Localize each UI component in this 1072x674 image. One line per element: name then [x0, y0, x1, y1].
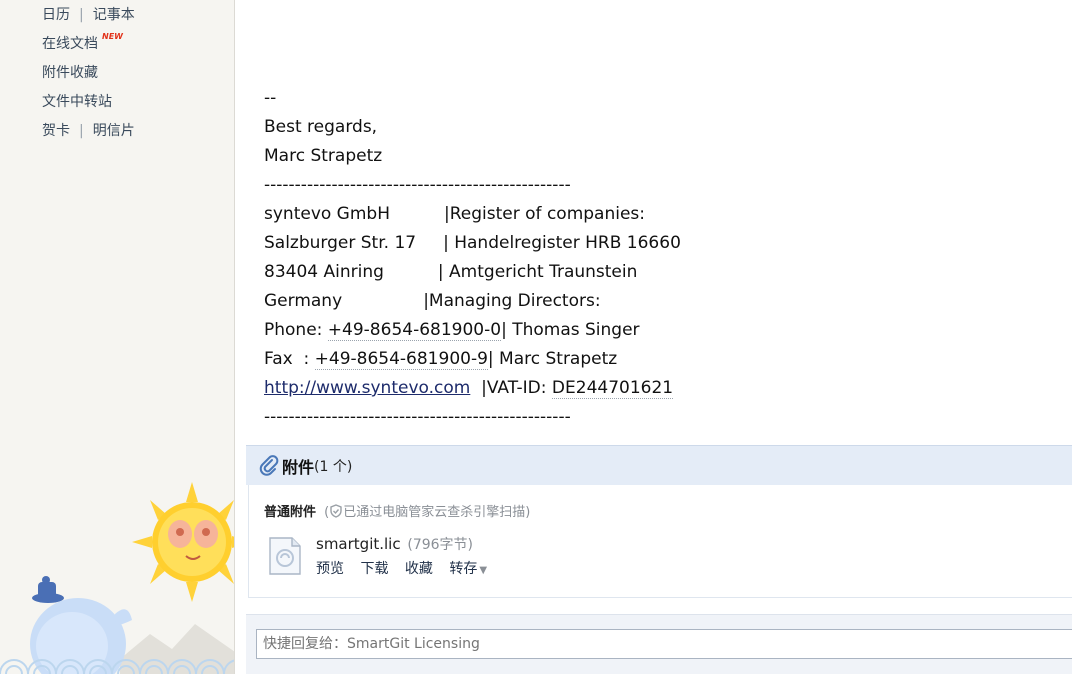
sidebar-item-online-docs[interactable]: 在线文档: [42, 36, 98, 52]
chevron-down-icon[interactable]: ▼: [479, 565, 487, 576]
sidebar: 日历 | 记事本 在线文档 NEW 附件收藏 文件中转站 贺卡 | 明信片: [0, 0, 235, 674]
file-icon[interactable]: [268, 536, 302, 576]
sidebar-row-online-docs: 在线文档 NEW: [42, 32, 123, 55]
attachments-title: 附件: [282, 457, 315, 477]
vat-label: |VAT-ID:: [470, 378, 552, 398]
fax-label: Fax :: [264, 349, 315, 369]
attachment-actions: 预览 下载 收藏 转存 ▼: [316, 558, 487, 578]
signature-city-line: 83404 Ainring | Amtgericht Traunstein: [264, 262, 638, 282]
fax-number-link[interactable]: +49-8654-681900-9: [314, 349, 488, 370]
signature-name: Marc Strapetz: [264, 146, 383, 166]
scan-status: (已通过电脑管家云查杀引擎扫描): [324, 504, 531, 520]
sidebar-item-greeting-cards[interactable]: 贺卡: [42, 123, 70, 139]
favorite-button[interactable]: 收藏: [405, 561, 433, 577]
separator: |: [79, 123, 84, 139]
signature-phone-line: Phone: +49-8654-681900-0| Thomas Singer: [264, 316, 1064, 345]
signature-street-line: Salzburger Str. 17 | Handelregister HRB …: [264, 233, 681, 253]
attachment-file-name[interactable]: smartgit.lic: [316, 535, 401, 553]
signature-greeting: Best regards,: [264, 117, 378, 137]
signature-fax-line: Fax : +49-8654-681900-9| Marc Strapetz: [264, 345, 1064, 374]
attachments-count: (1 个): [314, 458, 353, 475]
mail-read-view: 日历 | 记事本 在线文档 NEW 附件收藏 文件中转站 贺卡 | 明信片 --…: [0, 0, 1072, 674]
attachments-panel: 普通附件 (已通过电脑管家云查杀引擎扫描) smartgit.lic (796字…: [248, 485, 1072, 598]
sidebar-row-calendar-notepad: 日历 | 记事本: [42, 4, 135, 26]
vat-id-value: DE244701621: [551, 378, 674, 399]
paperclip-icon: [259, 454, 279, 476]
attachments-header: 附件 (1 个): [246, 445, 1072, 485]
scan-paren-close: ): [525, 505, 531, 520]
sidebar-illustration: [0, 482, 234, 674]
sidebar-item-file-transfer[interactable]: 文件中转站: [42, 94, 112, 110]
sun-icon: [132, 482, 234, 602]
attachment-kind-label: 普通附件: [264, 505, 317, 520]
sidebar-item-notepad[interactable]: 记事本: [93, 7, 135, 23]
signature-rule: ----------------------------------------…: [264, 175, 571, 195]
attachment-file-row: smartgit.lic (796字节): [316, 534, 473, 554]
quick-reply-input[interactable]: [256, 629, 1072, 659]
quick-reply-bar: [246, 614, 1072, 674]
sidebar-item-calendar[interactable]: 日历: [42, 7, 70, 23]
scan-status-text: 已通过电脑管家云查杀引擎扫描: [343, 505, 526, 520]
new-badge: NEW: [102, 32, 123, 41]
shield-icon: [330, 504, 342, 518]
separator: |: [79, 7, 84, 23]
character-icon: [30, 576, 132, 674]
signature-country-line: Germany |Managing Directors:: [264, 291, 601, 311]
signature-company-line: syntevo GmbH |Register of companies:: [264, 204, 645, 224]
website-link[interactable]: http://www.syntevo.com: [264, 378, 470, 398]
signature-dashes: --: [264, 88, 277, 108]
signature-web-line: http://www.syntevo.com |VAT-ID: DE244701…: [264, 374, 1064, 403]
attachment-kind-row: 普通附件 (已通过电脑管家云查杀引擎扫描): [264, 501, 530, 520]
sidebar-row-file-transfer: 文件中转站: [42, 91, 112, 113]
sidebar-item-attachment-favorites[interactable]: 附件收藏: [42, 65, 98, 81]
sidebar-row-attachment-favorites: 附件收藏: [42, 62, 98, 84]
download-button[interactable]: 下载: [360, 561, 388, 577]
attachment-file-size: (796字节): [407, 537, 474, 553]
phone-label: Phone:: [264, 320, 328, 340]
sidebar-item-postcards[interactable]: 明信片: [93, 123, 135, 139]
sidebar-row-cards: 贺卡 | 明信片: [42, 120, 135, 142]
preview-button[interactable]: 预览: [316, 561, 344, 577]
signature-closing-rule: ----------------------------------------…: [264, 407, 571, 427]
phone-line-suffix: | Thomas Singer: [501, 320, 640, 340]
fax-line-suffix: | Marc Strapetz: [487, 349, 618, 369]
save-to-button[interactable]: 转存: [449, 561, 477, 577]
mail-body: -- Best regards, Marc Strapetz ---------…: [264, 84, 1064, 432]
phone-number-link[interactable]: +49-8654-681900-0: [327, 320, 502, 341]
